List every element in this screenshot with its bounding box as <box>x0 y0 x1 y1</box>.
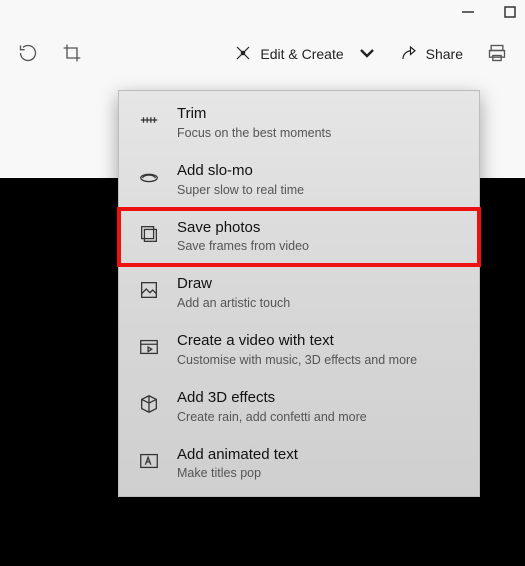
share-button[interactable]: Share <box>400 44 463 65</box>
rotate-button[interactable] <box>18 43 38 66</box>
menu-item-subtitle: Add an artistic touch <box>177 296 290 310</box>
cube-icon <box>137 392 161 416</box>
video-text-icon <box>137 335 161 359</box>
edit-create-menu: Trim Focus on the best moments Add slo-m… <box>118 90 480 497</box>
menu-item-subtitle: Focus on the best moments <box>177 126 331 140</box>
menu-item-subtitle: Super slow to real time <box>177 183 304 197</box>
menu-item-subtitle: Create rain, add confetti and more <box>177 410 367 424</box>
edit-create-icon <box>234 44 252 65</box>
toolbar: Edit & Create Share <box>0 28 525 80</box>
menu-item-3d-effects[interactable]: Add 3D effects Create rain, add confetti… <box>119 379 479 436</box>
menu-item-subtitle: Make titles pop <box>177 466 298 480</box>
crop-button[interactable] <box>62 43 82 66</box>
edit-create-label: Edit & Create <box>260 46 343 62</box>
menu-item-trim[interactable]: Trim Focus on the best moments <box>119 95 479 152</box>
minimize-button[interactable] <box>461 5 475 24</box>
menu-item-title: Save photos <box>177 219 309 238</box>
menu-item-title: Draw <box>177 275 290 294</box>
menu-item-slomo[interactable]: Add slo-mo Super slow to real time <box>119 152 479 209</box>
maximize-button[interactable] <box>503 5 517 24</box>
rotate-icon <box>18 43 38 66</box>
menu-item-title: Trim <box>177 105 331 124</box>
save-photos-icon <box>137 222 161 246</box>
trim-icon <box>137 108 161 132</box>
edit-create-button[interactable]: Edit & Create <box>234 44 375 65</box>
menu-item-title: Add 3D effects <box>177 389 367 408</box>
menu-item-animated-text[interactable]: Add animated text Make titles pop <box>119 436 479 493</box>
menu-item-save-photos[interactable]: Save photos Save frames from video <box>119 209 479 266</box>
menu-item-title: Create a video with text <box>177 332 417 351</box>
share-icon <box>400 44 418 65</box>
titlebar <box>0 0 525 28</box>
crop-icon <box>62 43 82 66</box>
menu-item-title: Add slo-mo <box>177 162 304 181</box>
slomo-icon <box>137 165 161 189</box>
animated-text-icon <box>137 449 161 473</box>
menu-item-title: Add animated text <box>177 446 298 465</box>
share-label: Share <box>426 46 463 62</box>
menu-item-subtitle: Customise with music, 3D effects and mor… <box>177 353 417 367</box>
menu-item-draw[interactable]: Draw Add an artistic touch <box>119 265 479 322</box>
draw-icon <box>137 278 161 302</box>
chevron-down-icon <box>358 44 376 65</box>
menu-item-subtitle: Save frames from video <box>177 239 309 253</box>
menu-item-video-text[interactable]: Create a video with text Customise with … <box>119 322 479 379</box>
print-icon <box>487 43 507 66</box>
print-button[interactable] <box>487 43 507 66</box>
